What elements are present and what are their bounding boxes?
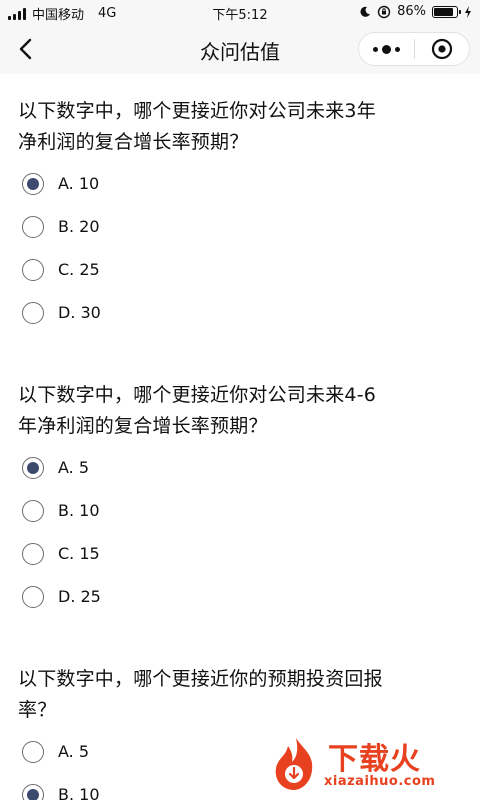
target-close-icon	[431, 38, 452, 60]
radio-button[interactable]	[22, 500, 44, 522]
option-label: A. 10	[58, 174, 100, 193]
radio-selected-dot	[27, 462, 39, 474]
option-a[interactable]: A. 5	[18, 453, 458, 483]
option-d[interactable]: D. 25	[18, 582, 458, 612]
watermark: 下载火 xiazaihuo.com	[266, 734, 476, 796]
option-c[interactable]: C. 15	[18, 539, 458, 569]
question-title: 以下数字中，哪个更接近你的预期投资回报 率？	[18, 664, 466, 726]
option-label: B. 20	[58, 217, 100, 236]
question-title-line: 以下数字中，哪个更接近你的预期投资回报	[18, 668, 383, 690]
option-b[interactable]: B. 10	[18, 496, 458, 526]
question-title-line: 年净利润的复合增长率预期？	[18, 415, 268, 437]
question-1: 以下数字中，哪个更接近你对公司未来3年 净利润的复合增长率预期？ A. 10 B…	[18, 96, 466, 346]
radio-selected-dot	[27, 789, 39, 800]
more-button[interactable]	[359, 33, 414, 65]
option-label: C. 25	[58, 260, 100, 279]
question-list: 以下数字中，哪个更接近你对公司未来3年 净利润的复合增长率预期？ A. 10 B…	[0, 74, 480, 800]
option-label: A. 5	[58, 458, 90, 477]
close-mini-program-button[interactable]	[415, 33, 470, 65]
option-label: B. 10	[58, 501, 100, 520]
radio-button[interactable]	[22, 586, 44, 608]
option-label: C. 15	[58, 544, 100, 563]
more-dots-icon	[372, 44, 400, 54]
flame-logo-icon	[275, 738, 313, 790]
question-2: 以下数字中，哪个更接近你对公司未来4-6 年净利润的复合增长率预期？ A. 5 …	[18, 380, 466, 630]
question-title-line: 以下数字中，哪个更接近你对公司未来4-6	[18, 384, 377, 406]
radio-button[interactable]	[22, 543, 44, 565]
status-right: 86%	[359, 4, 472, 19]
question-title-line: 净利润的复合增长率预期？	[18, 131, 249, 153]
radio-button[interactable]	[22, 457, 44, 479]
question-title: 以下数字中，哪个更接近你对公司未来4-6 年净利润的复合增长率预期？	[18, 380, 466, 442]
option-label: D. 30	[58, 303, 101, 322]
radio-button[interactable]	[22, 302, 44, 324]
radio-button[interactable]	[22, 173, 44, 195]
question-title-line: 率？	[18, 699, 57, 721]
battery-icon	[432, 5, 461, 18]
battery-percent: 86%	[397, 4, 426, 19]
status-bar: 中国移动 4G 下午5:12 86%	[0, 0, 480, 24]
nav-bar: 众问估值	[0, 24, 480, 74]
radio-button[interactable]	[22, 741, 44, 763]
option-c[interactable]: C. 25	[18, 255, 458, 285]
question-title-line: 以下数字中，哪个更接近你对公司未来3年	[18, 100, 376, 122]
option-b[interactable]: B. 20	[18, 212, 458, 242]
watermark-text: 下载火	[328, 742, 421, 777]
radio-button[interactable]	[22, 216, 44, 238]
radio-selected-dot	[27, 178, 39, 190]
moon-icon	[360, 6, 371, 17]
watermark-url: xiazaihuo.com	[324, 774, 436, 789]
option-a[interactable]: A. 10	[18, 169, 458, 199]
question-title: 以下数字中，哪个更接近你对公司未来3年 净利润的复合增长率预期？	[18, 96, 466, 158]
option-label: A. 5	[58, 742, 90, 761]
radio-button[interactable]	[22, 259, 44, 281]
mini-program-capsule	[358, 32, 470, 66]
option-d[interactable]: D. 30	[18, 298, 458, 328]
radio-button[interactable]	[22, 784, 44, 800]
orientation-lock-icon	[377, 5, 391, 18]
option-label: B. 10	[58, 785, 100, 800]
charging-icon	[465, 5, 471, 18]
option-label: D. 25	[58, 587, 101, 606]
